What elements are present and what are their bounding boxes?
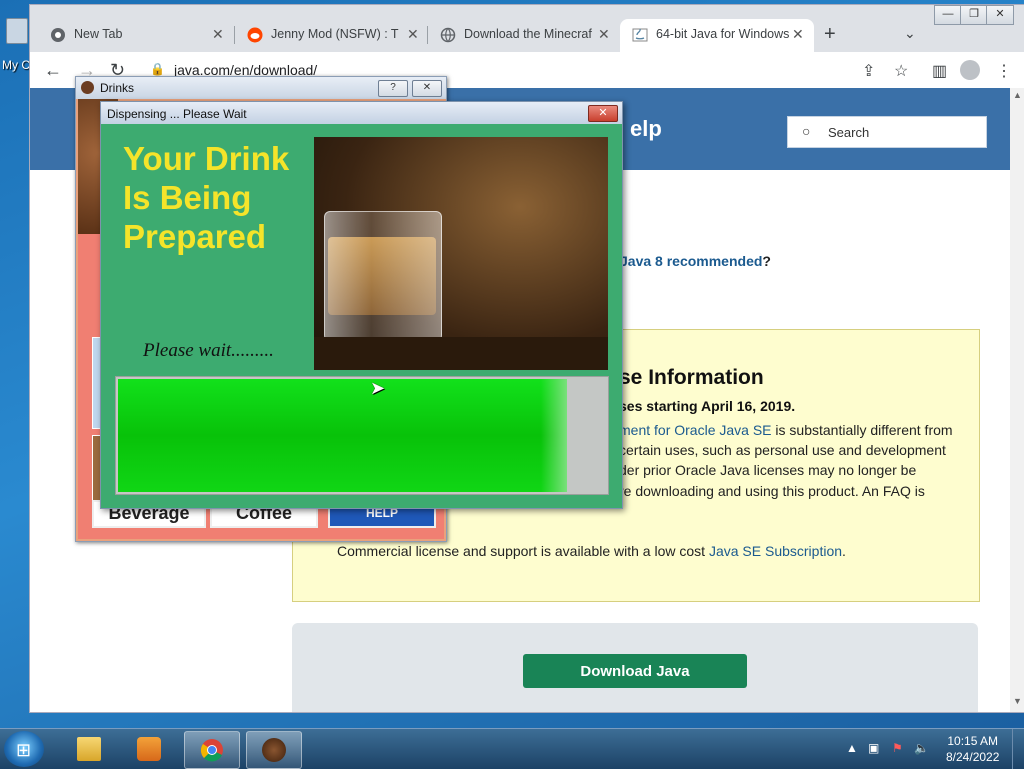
action-center-flag-icon[interactable]: ⚑ xyxy=(892,741,903,755)
drink-prepared-headline: Your Drink Is Being Prepared xyxy=(123,139,313,256)
lock-icon[interactable]: 🔒 xyxy=(150,62,165,76)
header-help-text[interactable]: elp xyxy=(630,116,662,142)
recommended-text[interactable]: Java 8 recommended xyxy=(620,253,762,269)
dispense-close-button[interactable]: ✕ xyxy=(588,105,618,122)
tab-java-active[interactable]: 64-bit Java for Windows ✕ xyxy=(620,19,814,52)
tab-minecraft[interactable]: Download the Minecraft ✕ xyxy=(428,19,620,52)
network-icon[interactable]: ▣ xyxy=(868,741,879,755)
please-wait-text: Please wait......... xyxy=(143,340,274,361)
headline-line-3: Prepared xyxy=(123,218,267,255)
table-surface xyxy=(314,337,608,370)
profile-avatar-icon[interactable] xyxy=(960,60,980,80)
license-line-1: ment for Oracle Java SE is substantially… xyxy=(619,422,953,438)
globe-icon xyxy=(440,27,456,43)
share-icon[interactable]: ⇪ xyxy=(862,61,875,81)
progress-fill-edge xyxy=(541,379,567,492)
taskbar-drinks-app[interactable] xyxy=(246,731,302,769)
taskbar-explorer[interactable] xyxy=(62,731,116,767)
clock-date: 8/24/2022 xyxy=(946,750,1000,764)
commercial-end: . xyxy=(842,543,846,559)
close-window-button[interactable]: ✕ xyxy=(986,5,1014,25)
drinks-close-button[interactable]: ✕ xyxy=(412,80,442,97)
folder-icon xyxy=(77,737,101,761)
commercial-license-text: Commercial license and support is availa… xyxy=(337,543,846,559)
help-button[interactable]: ? xyxy=(378,80,408,97)
download-java-button[interactable]: Download Java xyxy=(523,654,747,688)
media-player-icon xyxy=(137,737,161,761)
shot-glass xyxy=(324,211,442,353)
tab-label: 64-bit Java for Windows xyxy=(656,27,790,41)
progress-fill xyxy=(118,379,567,492)
start-button[interactable]: ⊞ xyxy=(4,731,44,767)
minimize-button[interactable]: — xyxy=(934,5,962,25)
license-subtitle: ses starting April 16, 2019. xyxy=(619,398,796,414)
clock-time: 10:15 AM xyxy=(947,734,999,748)
java-se-subscription-link[interactable]: Java SE Subscription xyxy=(709,543,842,559)
show-desktop-button[interactable] xyxy=(1012,729,1024,769)
dispense-titlebar[interactable]: Dispensing ... Please Wait ✕ xyxy=(101,102,622,124)
taskbar-chrome[interactable] xyxy=(184,731,240,769)
side-panel-icon[interactable]: ▥ xyxy=(932,61,947,81)
desktop-icon-label: My C xyxy=(2,58,30,72)
maximize-button[interactable]: ❐ xyxy=(960,5,988,25)
java-icon xyxy=(632,28,648,42)
vertical-scrollbar[interactable] xyxy=(1010,88,1024,712)
java8-recommended-link[interactable]: Java 8 recommended? xyxy=(620,253,771,269)
license-title: se Information xyxy=(619,366,764,389)
menu-kebab-icon[interactable]: ⋮ xyxy=(996,61,1012,81)
tab-strip: New Tab ✕ Jenny Mod (NSFW) : The ✕ Downl… xyxy=(30,5,1024,52)
tab-search-chevron-icon[interactable]: ⌄ xyxy=(904,25,916,42)
tab-close-icon[interactable]: ✕ xyxy=(598,26,610,43)
license-line-3: der prior Oracle Java licenses may no lo… xyxy=(619,462,917,478)
license-line-1-text: is substantially different from xyxy=(771,422,953,438)
headline-line-2: Is Being xyxy=(123,179,252,216)
search-icon: ○ xyxy=(802,123,811,139)
new-tab-button[interactable]: + xyxy=(824,23,836,46)
coffee-bean-icon xyxy=(262,738,286,762)
chrome-icon xyxy=(51,28,65,42)
taskbar-media-player[interactable] xyxy=(122,731,176,767)
search-input[interactable]: ○ Search xyxy=(787,116,987,148)
tab-reddit[interactable]: Jenny Mod (NSFW) : The ✕ xyxy=(235,19,427,52)
scroll-up-arrow-icon[interactable]: ▲ xyxy=(1013,90,1022,100)
recommended-question: ? xyxy=(762,253,771,269)
tab-label: New Tab xyxy=(74,27,123,41)
coffee-bean-icon xyxy=(81,81,94,94)
search-label: Search xyxy=(828,125,870,140)
system-clock[interactable]: 10:15 AM 8/24/2022 xyxy=(946,733,999,765)
mouse-cursor-icon: ➤ xyxy=(370,378,386,398)
tab-close-icon[interactable]: ✕ xyxy=(407,26,419,43)
drinks-titlebar[interactable]: Drinks ? ✕ xyxy=(76,77,446,99)
dispense-title: Dispensing ... Please Wait xyxy=(107,107,247,121)
license-agreement-link[interactable]: ment for Oracle Java SE xyxy=(619,422,772,438)
volume-icon[interactable]: 🔈 xyxy=(914,741,929,755)
tab-new-tab[interactable]: New Tab ✕ xyxy=(38,19,234,52)
tab-label: Jenny Mod (NSFW) : The xyxy=(271,27,399,41)
license-line-4: re downloading and using this product. A… xyxy=(619,483,925,499)
bookmark-star-icon[interactable]: ☆ xyxy=(894,61,908,81)
back-arrow-icon[interactable]: ← xyxy=(44,60,62,81)
dispensing-dialog: Dispensing ... Please Wait ✕ Your Drink … xyxy=(100,101,623,509)
windows-logo-icon: ⊞ xyxy=(16,740,32,760)
tab-close-icon[interactable]: ✕ xyxy=(212,26,224,43)
commercial-text: Commercial license and support is availa… xyxy=(337,543,709,559)
dispense-progress-bar xyxy=(115,376,609,495)
download-area: Download Java xyxy=(292,623,978,712)
chrome-icon xyxy=(200,739,223,762)
scroll-down-arrow-icon[interactable]: ▼ xyxy=(1013,696,1022,706)
reddit-icon xyxy=(247,27,263,43)
drink-glass-photo xyxy=(314,137,608,370)
tray-expand-arrow-icon[interactable]: ▲ xyxy=(846,741,858,755)
tab-close-icon[interactable]: ✕ xyxy=(792,26,804,43)
headline-line-1: Your Drink xyxy=(123,140,290,177)
taskbar: ⊞ ▲ ▣ ⚑ 🔈 10:15 AM 8/24/2022 xyxy=(0,728,1024,769)
license-line-2: certain uses, such as personal use and d… xyxy=(619,442,946,458)
drinks-title: Drinks xyxy=(100,81,135,95)
desktop-computer-icon[interactable] xyxy=(2,18,28,48)
tab-label: Download the Minecraft xyxy=(464,27,592,41)
